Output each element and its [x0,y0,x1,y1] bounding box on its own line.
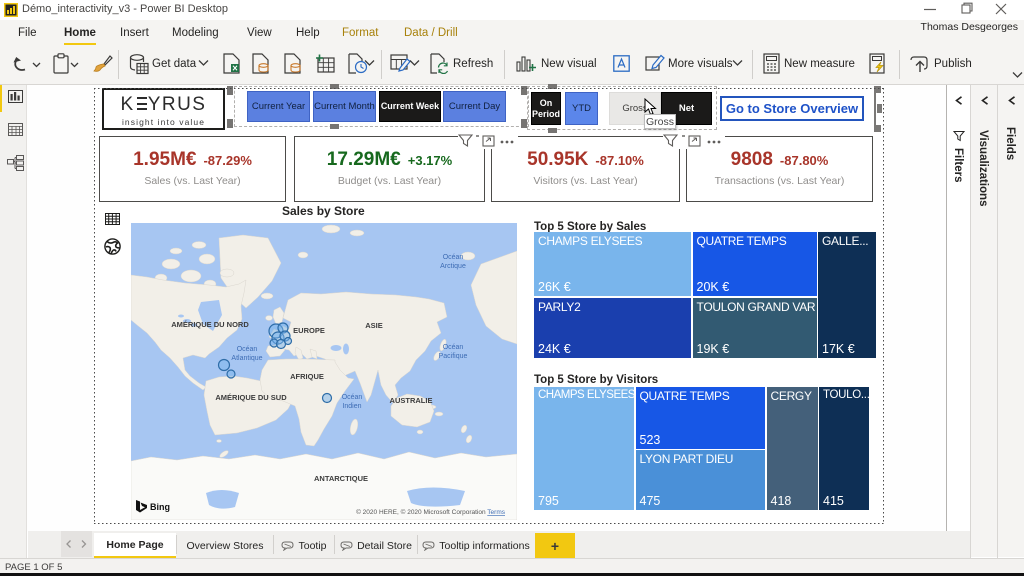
svg-text:© 2020 HERE, © 2020 Microsoft: © 2020 HERE, © 2020 Microsoft Corporatio… [356,508,506,516]
svg-text:Océan: Océan [443,254,464,261]
svg-text:Indien: Indien [342,403,361,410]
svg-text:Pacifique: Pacifique [439,353,468,360]
svg-text:ANTARCTIQUE: ANTARCTIQUE [314,474,368,483]
svg-text:EUROPE: EUROPE [293,326,325,335]
svg-text:Océan: Océan [237,346,258,353]
svg-text:Bing: Bing [150,502,170,512]
svg-text:Arctique: Arctique [440,263,466,270]
svg-text:AMÉRIQUE DU NORD: AMÉRIQUE DU NORD [171,320,249,329]
svg-text:Océan: Océan [443,344,464,351]
svg-text:AFRIQUE: AFRIQUE [290,372,324,381]
svg-text:Atlantique: Atlantique [231,355,262,362]
svg-text:ASIE: ASIE [365,321,383,330]
svg-text:Océan: Océan [342,394,363,401]
svg-text:AMÉRIQUE DU SUD: AMÉRIQUE DU SUD [215,393,287,402]
svg-text:AUSTRALIE: AUSTRALIE [390,396,433,405]
